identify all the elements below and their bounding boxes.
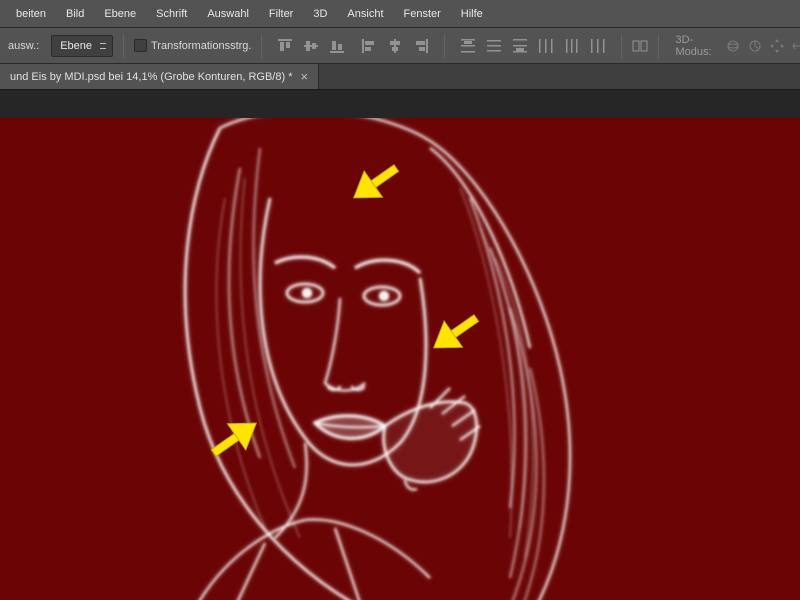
- distribute-bottom-icon[interactable]: [507, 33, 533, 59]
- align-left-icon[interactable]: [356, 33, 382, 59]
- transform-controls-check[interactable]: Transformationsstrg.: [134, 39, 251, 52]
- checkbox-label: Transformationsstrg.: [151, 40, 251, 52]
- divider: [444, 34, 445, 58]
- distribute-right-icon[interactable]: [585, 33, 611, 59]
- document-tab-title: und Eis by MDI.psd bei 14,1% (Grobe Kont…: [10, 71, 292, 83]
- mode-3d-tools: [724, 37, 800, 55]
- align-bottom-icon[interactable]: [324, 33, 350, 59]
- menu-hilfe[interactable]: Hilfe: [451, 2, 493, 26]
- menu-bearbeiten[interactable]: beiten: [6, 2, 56, 26]
- menu-ebene[interactable]: Ebene: [94, 2, 146, 26]
- align-top-icon[interactable]: [272, 33, 298, 59]
- document-tab-bar: und Eis by MDI.psd bei 14,1% (Grobe Kont…: [0, 64, 800, 90]
- menu-fenster[interactable]: Fenster: [394, 2, 451, 26]
- menu-schrift[interactable]: Schrift: [146, 2, 197, 26]
- mode-3d-label: 3D-Modus:: [669, 34, 717, 58]
- menu-bild[interactable]: Bild: [56, 2, 94, 26]
- options-bar: ausw.: Ebene Transformationsstrg. 3D-Mod…: [0, 28, 800, 64]
- auto-select-label: ausw.:: [2, 40, 45, 52]
- checkbox-icon[interactable]: [134, 39, 147, 52]
- align-edges-h-group: [356, 33, 434, 59]
- close-tab-icon[interactable]: ×: [300, 70, 308, 83]
- divider: [123, 34, 124, 58]
- auto-align-icon[interactable]: [632, 33, 648, 59]
- distribute-left-icon[interactable]: [533, 33, 559, 59]
- distribute-group: [455, 33, 611, 59]
- distribute-vcenter-icon[interactable]: [481, 33, 507, 59]
- distribute-top-icon[interactable]: [455, 33, 481, 59]
- dropdown-value: Ebene: [60, 40, 92, 52]
- align-hcenter-icon[interactable]: [382, 33, 408, 59]
- roll-3d-icon[interactable]: [746, 37, 764, 55]
- document-canvas[interactable]: [0, 90, 800, 600]
- slide-3d-icon[interactable]: [790, 37, 800, 55]
- menu-filter[interactable]: Filter: [259, 2, 303, 26]
- canvas-area: [0, 90, 800, 600]
- menu-auswahl[interactable]: Auswahl: [197, 2, 259, 26]
- distribute-hcenter-icon[interactable]: [559, 33, 585, 59]
- menu-3d[interactable]: 3D: [303, 2, 337, 26]
- auto-select-dropdown[interactable]: Ebene: [51, 35, 113, 57]
- align-right-icon[interactable]: [408, 33, 434, 59]
- divider: [658, 34, 659, 58]
- divider: [261, 34, 262, 58]
- orbit-3d-icon[interactable]: [724, 37, 742, 55]
- pan-3d-icon[interactable]: [768, 37, 786, 55]
- align-edges-group: [272, 33, 350, 59]
- menu-bar: beiten Bild Ebene Schrift Auswahl Filter…: [0, 0, 800, 28]
- menu-ansicht[interactable]: Ansicht: [337, 2, 393, 26]
- document-tab[interactable]: und Eis by MDI.psd bei 14,1% (Grobe Kont…: [0, 64, 319, 89]
- align-vcenter-icon[interactable]: [298, 33, 324, 59]
- image-content: [0, 118, 800, 600]
- divider: [621, 34, 622, 58]
